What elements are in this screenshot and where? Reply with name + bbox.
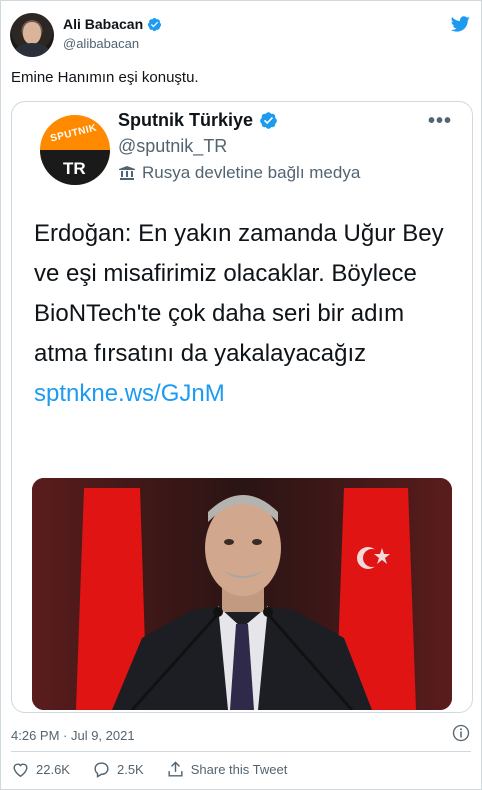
state-media-label[interactable]: Rusya devletine bağlı medya — [118, 163, 360, 183]
verified-icon — [148, 17, 162, 31]
share-label: Share this Tweet — [190, 762, 288, 777]
affiliation-text: Rusya devletine bağlı medya — [142, 163, 361, 182]
quoted-tweet[interactable]: SPUTNIK TR Sputnik Türkiye @sputnik_TR R… — [11, 101, 473, 713]
quoted-body-text: Erdoğan: En yakın zamanda Uğur Bey ve eş… — [34, 220, 444, 367]
like-count: 22.6K — [36, 762, 70, 777]
author-name[interactable]: Ali Babacan — [63, 16, 143, 32]
photo[interactable] — [32, 478, 452, 710]
heart-icon — [13, 763, 28, 778]
author-avatar[interactable] — [10, 13, 54, 57]
action-bar: 22.6K 2.5K Share this Tweet — [11, 760, 309, 779]
quoted-name[interactable]: Sputnik Türkiye — [118, 110, 253, 131]
verified-icon — [260, 112, 277, 129]
more-icon[interactable]: ••• — [428, 110, 452, 133]
quoted-handle[interactable]: @sputnik_TR — [118, 136, 227, 157]
share-button[interactable]: Share this Tweet — [166, 760, 288, 779]
quoted-body: Erdoğan: En yakın zamanda Uğur Bey ve eş… — [34, 214, 454, 414]
tweet-text: Emine Hanımın eşi konuştu. — [11, 69, 199, 86]
sputnik-logo-sub: TR — [63, 159, 86, 178]
sputnik-logo[interactable]: SPUTNIK TR — [40, 115, 110, 185]
info-icon[interactable] — [452, 724, 470, 742]
reply-icon — [94, 762, 109, 778]
photo-illustration — [32, 478, 452, 710]
tweet-card: Ali Babacan @alibabacan Emine Hanımın eş… — [0, 0, 482, 790]
divider — [11, 751, 471, 752]
twitter-bird-icon[interactable] — [449, 14, 471, 34]
share-icon — [168, 761, 183, 777]
reply-button[interactable]: 2.5K — [92, 760, 144, 779]
quoted-name-row[interactable]: Sputnik Türkiye — [118, 110, 278, 131]
author-handle[interactable]: @alibabacan — [63, 36, 139, 51]
reply-count: 2.5K — [116, 762, 144, 777]
state-media-icon — [119, 166, 135, 180]
like-button[interactable]: 22.6K — [11, 760, 70, 779]
quoted-link[interactable]: sptnkne.ws/GJnM — [34, 374, 454, 414]
sputnik-logo-brand: SPUTNIK — [49, 122, 99, 145]
tweet-timestamp[interactable]: 4:26 PM · Jul 9, 2021 — [11, 728, 135, 743]
author-name-row[interactable]: Ali Babacan — [63, 16, 162, 32]
